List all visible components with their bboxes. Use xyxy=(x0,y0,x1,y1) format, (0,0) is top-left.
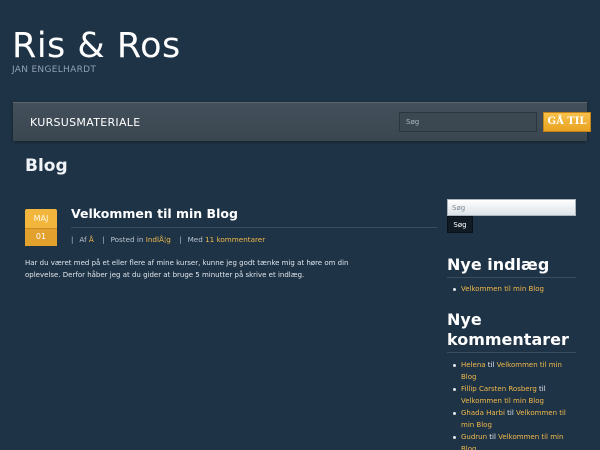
meta-separator: | xyxy=(102,235,105,244)
site-title[interactable]: Ris & Ros xyxy=(12,26,181,66)
recent-comments-divider xyxy=(447,352,576,353)
meta-comments-prefix: Med xyxy=(187,235,203,244)
post-date-badge: MAJ 01 xyxy=(25,209,57,246)
post-title-divider xyxy=(71,227,437,228)
comment-post-link[interactable]: Velkommen til min Blog xyxy=(461,397,544,405)
post-date-day: 01 xyxy=(25,228,57,246)
comment-author-link[interactable]: Helena xyxy=(461,361,486,369)
recent-posts-title: Nye indlæg xyxy=(447,255,550,274)
list-item: Ghada Harbi til Velkommen til min Blog xyxy=(450,407,578,431)
comment-connector: til xyxy=(487,361,495,369)
recent-posts-list: Velkommen til min Blog xyxy=(450,283,578,295)
nav-search-input[interactable] xyxy=(399,112,537,132)
comment-author-link[interactable]: Gudrun xyxy=(461,433,487,441)
recent-posts-divider xyxy=(447,277,576,278)
recent-comments-list: Helena til Velkommen til min Blog Fillip… xyxy=(450,359,578,450)
comment-author-link[interactable]: Fillip Carsten Rosberg xyxy=(461,385,537,393)
main-navbar: KURSUSMATERIALE GÅ TIL xyxy=(13,102,591,141)
meta-separator: | xyxy=(71,235,74,244)
list-item: Helena til Velkommen til min Blog xyxy=(450,359,578,383)
post-meta: | Af Å | Posted in IndlÅ¦g | Med 11 komment… xyxy=(71,235,265,244)
meta-comments-link[interactable]: 11 kommentarer xyxy=(205,235,265,244)
site-description: JAN ENGELHARDT xyxy=(12,65,97,75)
sidebar-search-button[interactable]: Søg xyxy=(447,216,473,233)
recent-comments-title: Nye kommentarer xyxy=(447,310,569,349)
meta-category-link[interactable]: IndlÅ¦g xyxy=(146,235,171,244)
recent-post-link[interactable]: Velkommen til min Blog xyxy=(461,285,544,293)
list-item: Fillip Carsten Rosberg til Velkommen til… xyxy=(450,383,578,407)
meta-author-link[interactable]: Å xyxy=(89,235,94,244)
meta-separator: | xyxy=(179,235,182,244)
goto-button[interactable]: GÅ TIL xyxy=(543,112,591,132)
sidebar-search-input[interactable] xyxy=(447,199,576,216)
comment-connector: til xyxy=(539,385,546,393)
list-item: Gudrun til Velkommen til min Blog xyxy=(450,431,578,450)
meta-posted-prefix: Posted in xyxy=(110,235,144,244)
comment-connector: til xyxy=(489,433,496,441)
page-title: Blog xyxy=(25,156,68,176)
list-item: Velkommen til min Blog xyxy=(450,283,578,295)
nav-item-kursusmateriale[interactable]: KURSUSMATERIALE xyxy=(30,116,140,129)
comment-author-link[interactable]: Ghada Harbi xyxy=(461,409,505,417)
post-date-month: MAJ xyxy=(25,209,57,228)
post-title[interactable]: Velkommen til min Blog xyxy=(71,206,238,221)
post-body: Har du været med på et eller flere af mi… xyxy=(25,259,349,279)
comment-connector: til xyxy=(507,409,514,417)
meta-author-prefix: Af xyxy=(79,235,87,244)
